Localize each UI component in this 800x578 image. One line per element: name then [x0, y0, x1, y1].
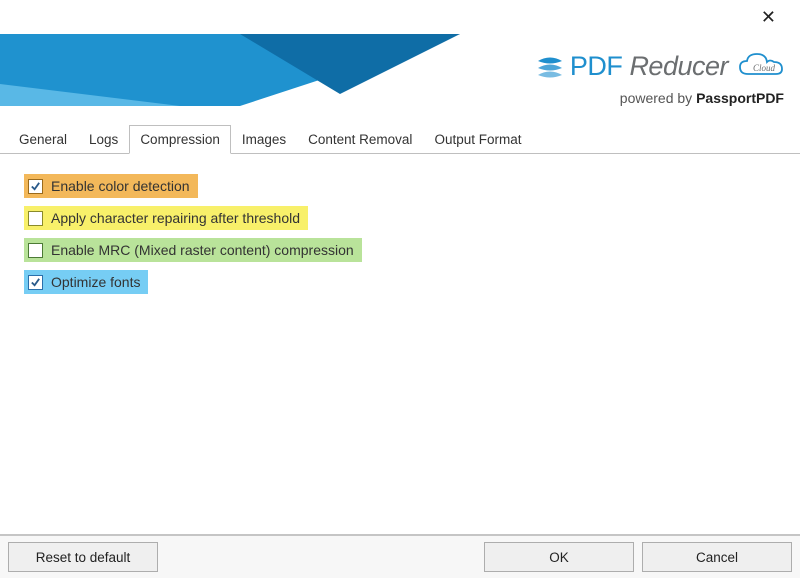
cancel-button[interactable]: Cancel	[642, 542, 792, 572]
option-optimize-fonts[interactable]: Optimize fonts	[24, 270, 148, 294]
label-char-repair: Apply character repairing after threshol…	[51, 210, 300, 226]
svg-text:Cloud: Cloud	[753, 63, 776, 73]
brand-reducer-text: Reducer	[629, 51, 728, 81]
footer: Reset to default OK Cancel	[0, 534, 800, 578]
cloud-icon: Cloud	[736, 50, 784, 83]
checkbox-color-detection[interactable]	[28, 179, 43, 194]
check-icon	[30, 181, 41, 192]
checkbox-mrc[interactable]	[28, 243, 43, 258]
close-button[interactable]: ✕	[755, 7, 782, 28]
powered-by: powered by PassportPDF	[620, 90, 784, 106]
brand: PDF Reducer Cloud	[536, 50, 784, 83]
powered-prefix: powered by	[620, 90, 696, 106]
header-banner: PDF Reducer Cloud powered by PassportPDF	[0, 34, 800, 122]
label-optimize-fonts: Optimize fonts	[51, 274, 140, 290]
tab-logs[interactable]: Logs	[78, 125, 129, 154]
ok-button[interactable]: OK	[484, 542, 634, 572]
app-window: ✕ PDF Reducer Cloud	[0, 0, 800, 578]
tab-compression[interactable]: Compression	[129, 125, 231, 154]
tab-content-removal[interactable]: Content Removal	[297, 125, 423, 154]
banner-graphic	[0, 34, 460, 106]
checkbox-optimize-fonts[interactable]	[28, 275, 43, 290]
tab-bar: General Logs Compression Images Content …	[0, 124, 800, 154]
tab-output-format[interactable]: Output Format	[423, 125, 532, 154]
label-mrc: Enable MRC (Mixed raster content) compre…	[51, 242, 354, 258]
option-mrc[interactable]: Enable MRC (Mixed raster content) compre…	[24, 238, 362, 262]
titlebar: ✕	[0, 0, 800, 34]
powered-name: PassportPDF	[696, 90, 784, 106]
tab-general[interactable]: General	[8, 125, 78, 154]
option-char-repair[interactable]: Apply character repairing after threshol…	[24, 206, 308, 230]
check-icon	[30, 277, 41, 288]
tab-content: Enable color detection Apply character r…	[0, 154, 800, 534]
checkbox-char-repair[interactable]	[28, 211, 43, 226]
tab-images[interactable]: Images	[231, 125, 297, 154]
option-color-detection[interactable]: Enable color detection	[24, 174, 198, 198]
brand-text: PDF Reducer	[570, 51, 728, 82]
brand-pdf-text: PDF	[570, 51, 623, 81]
label-color-detection: Enable color detection	[51, 178, 190, 194]
reset-button[interactable]: Reset to default	[8, 542, 158, 572]
brand-stack-icon	[536, 55, 564, 79]
